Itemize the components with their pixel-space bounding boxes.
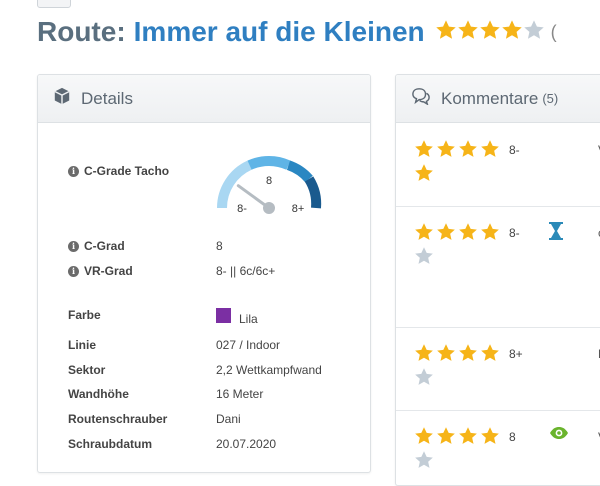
route-title-row: Route: Immer auf die Kleinen ( xyxy=(37,12,557,52)
comment-rating-stars xyxy=(414,139,504,187)
detail-value-text: 20.07.2020 xyxy=(216,437,277,451)
route-rating-stars xyxy=(435,19,545,46)
star-empty-icon xyxy=(414,367,434,387)
star-filled-icon xyxy=(436,139,456,159)
star-filled-icon xyxy=(436,222,456,242)
comment-grade: 8 xyxy=(509,430,516,444)
star-filled-icon xyxy=(501,19,523,46)
comment-row[interactable]: 8+E xyxy=(396,327,600,411)
c-grade-tacho: 8 8- 8+ xyxy=(214,153,324,215)
star-filled-icon xyxy=(414,163,434,183)
star-empty-icon xyxy=(414,450,434,470)
detail-value-text: 8 xyxy=(216,239,223,253)
star-filled-icon xyxy=(435,19,457,46)
info-icon[interactable]: i xyxy=(68,165,79,177)
comment-grade: 8- xyxy=(509,226,520,240)
star-filled-icon xyxy=(480,139,500,159)
star-filled-icon xyxy=(480,426,500,446)
star-filled-icon xyxy=(436,426,456,446)
comment-rating-stars xyxy=(414,426,504,474)
comment-grade: 8- xyxy=(509,143,520,157)
comment-row[interactable]: 8-V xyxy=(396,123,600,207)
comment-rating-stars xyxy=(414,222,504,270)
comment-row[interactable]: 8-c xyxy=(396,206,600,328)
tacho-label-text: C-Grade Tacho xyxy=(84,164,170,178)
detail-label-text: C-Grad xyxy=(84,239,125,253)
comments-header: Kommentare (5) xyxy=(396,75,600,123)
eye-icon xyxy=(549,426,569,445)
star-filled-icon xyxy=(458,222,478,242)
details-card: Details i C-Grade Tacho 8 8- 8+ i C-Grad 8… xyxy=(37,74,371,473)
star-filled-icon xyxy=(458,343,478,363)
detail-value-farbe: Lila xyxy=(216,304,258,326)
detail-label-text: Wandhöhe xyxy=(68,387,129,401)
star-empty-icon xyxy=(523,19,545,46)
star-filled-icon xyxy=(414,343,434,363)
top-button[interactable] xyxy=(37,0,71,8)
detail-value-text: 027 / Indoor xyxy=(216,338,281,352)
detail-value-text: 8- || 6c/6c+ xyxy=(216,264,276,278)
detail-label-routenschrauber: Routenschrauber xyxy=(68,412,167,426)
detail-label-text: Linie xyxy=(68,338,97,352)
detail-label-schraubdatum: Schraubdatum xyxy=(68,437,152,451)
cube-icon xyxy=(53,87,71,110)
detail-label-c-grad: i C-Grad xyxy=(68,239,125,253)
detail-value-vr-grad: 8- || 6c/6c+ xyxy=(216,264,275,278)
detail-label-text: Sektor xyxy=(68,363,106,377)
detail-value-text: Dani xyxy=(216,412,241,426)
detail-label-text: VR-Grad xyxy=(84,264,133,278)
star-filled-icon xyxy=(414,426,434,446)
gauge-center-label: 8 xyxy=(266,175,272,187)
details-title: Details xyxy=(81,88,133,108)
color-swatch xyxy=(216,307,231,323)
detail-value-wandh-he: 16 Meter xyxy=(216,387,263,401)
comments-count: (5) xyxy=(542,91,559,106)
hourglass-icon xyxy=(549,222,563,245)
comment-grade: 8+ xyxy=(509,347,523,361)
detail-value-sektor: 2,2 Wettkampfwand xyxy=(216,363,322,377)
info-icon[interactable]: i xyxy=(68,265,79,277)
detail-label-sektor: Sektor xyxy=(68,363,105,377)
star-filled-icon xyxy=(458,426,478,446)
star-filled-icon xyxy=(436,343,456,363)
star-filled-icon xyxy=(414,222,434,242)
gauge-hub xyxy=(263,202,275,214)
comments-card: Kommentare (5) 8-V8-c8+E8V xyxy=(395,74,600,486)
detail-value-linie: 027 / Indoor xyxy=(216,338,280,352)
star-filled-icon xyxy=(414,139,434,159)
detail-label-wandh-he: Wandhöhe xyxy=(68,387,129,401)
gauge-low-label: 8- xyxy=(237,203,247,215)
star-filled-icon xyxy=(480,343,500,363)
gauge-high-label: 8+ xyxy=(292,203,305,215)
detail-value-routenschrauber: Dani xyxy=(216,412,241,426)
comments-icon xyxy=(411,87,431,110)
detail-label-text: Schraubdatum xyxy=(68,437,153,451)
detail-value-text: 2,2 Wettkampfwand xyxy=(216,363,322,377)
detail-value-c-grad: 8 xyxy=(216,239,223,253)
detail-value-text: Lila xyxy=(239,312,258,326)
route-title-extra: ( xyxy=(550,21,557,42)
detail-label-linie: Linie xyxy=(68,338,96,352)
detail-label-text: Routenschrauber xyxy=(68,412,168,426)
details-header: Details xyxy=(38,75,370,123)
detail-label-vr-grad: i VR-Grad xyxy=(68,264,133,278)
detail-label-text: Farbe xyxy=(68,308,101,322)
star-empty-icon xyxy=(414,246,434,266)
star-filled-icon xyxy=(480,222,500,242)
tacho-label: i C-Grade Tacho xyxy=(68,164,169,178)
star-filled-icon xyxy=(458,139,478,159)
detail-value-text: 16 Meter xyxy=(216,387,264,401)
star-filled-icon xyxy=(479,19,501,46)
detail-label-farbe: Farbe xyxy=(68,308,101,322)
comment-rating-stars xyxy=(414,343,504,391)
detail-value-schraubdatum: 20.07.2020 xyxy=(216,437,276,451)
route-title-name: Immer auf die Kleinen xyxy=(133,16,425,47)
route-title-prefix: Route: xyxy=(37,16,126,47)
comment-row[interactable]: 8V xyxy=(396,410,600,485)
star-filled-icon xyxy=(457,19,479,46)
info-icon[interactable]: i xyxy=(68,240,79,252)
comments-title: Kommentare xyxy=(441,88,539,108)
